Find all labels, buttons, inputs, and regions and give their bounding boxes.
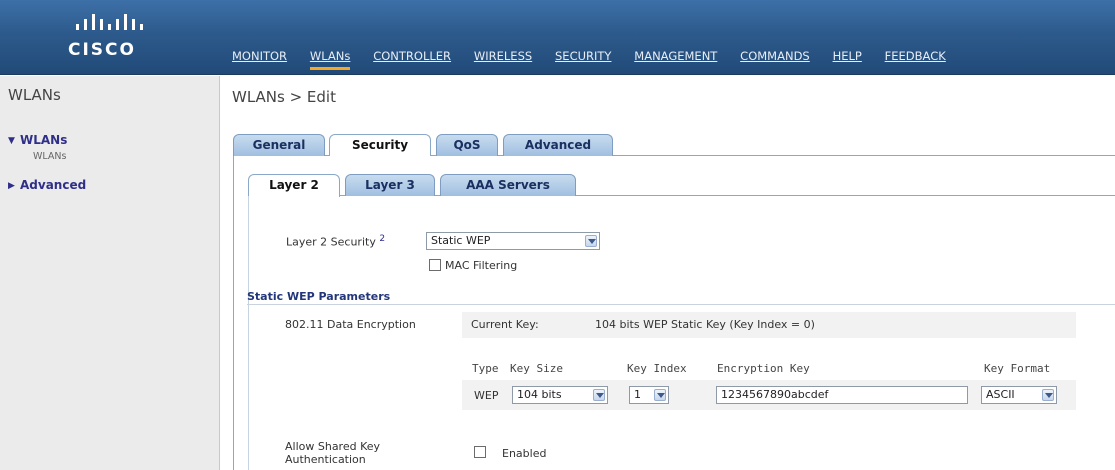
chevron-down-icon — [593, 389, 605, 401]
subtab-layer2[interactable]: Layer 2 — [248, 174, 340, 197]
shared-key-enabled-label: Enabled — [502, 447, 547, 460]
key-format-select[interactable]: ASCII — [981, 386, 1057, 404]
chevron-down-icon — [1042, 389, 1054, 401]
col-header-key-index: Key Index — [627, 362, 687, 375]
col-header-key-format: Key Format — [984, 362, 1051, 375]
nav-commands[interactable]: COMMANDS — [740, 49, 810, 67]
tab-security[interactable]: Security — [329, 134, 431, 157]
mac-filtering-checkbox[interactable] — [429, 259, 441, 271]
shared-key-auth-line2: Authentication — [285, 453, 366, 466]
chevron-down-icon — [585, 235, 597, 247]
col-header-encryption-key: Encryption Key — [717, 362, 810, 375]
layer2-security-text: Layer 2 Security — [286, 235, 376, 249]
data-encryption-label: 802.11 Data Encryption — [285, 318, 416, 331]
mac-filtering-label: MAC Filtering — [445, 259, 518, 272]
tab-qos[interactable]: QoS — [436, 134, 498, 156]
cisco-logo: CISCO — [62, 14, 172, 64]
layer2-security-select[interactable]: Static WEP — [426, 232, 600, 250]
shared-key-auth-line1: Allow Shared Key — [285, 440, 381, 453]
sidebar: WLANs ▼ WLANs WLANs ▶ Advanced — [0, 76, 220, 470]
current-key-value: 104 bits WEP Static Key (Key Index = 0) — [595, 318, 815, 331]
page-title: WLANs > Edit — [232, 88, 336, 106]
sidebar-item-advanced[interactable]: Advanced — [20, 178, 86, 192]
shared-key-enabled-checkbox[interactable] — [474, 446, 486, 458]
top-navigation: MONITOR WLANs CONTROLLER WIRELESS SECURI… — [232, 49, 965, 70]
sidebar-item-wlans[interactable]: WLANs — [20, 133, 67, 147]
current-key-label: Current Key: — [471, 318, 539, 331]
nav-monitor[interactable]: MONITOR — [232, 49, 287, 67]
key-size-select[interactable]: 104 bits — [512, 386, 608, 404]
subtab-aaa-servers[interactable]: AAA Servers — [440, 174, 576, 196]
key-index-select[interactable]: 1 — [629, 386, 669, 404]
footnote-link[interactable]: 2 — [379, 234, 385, 244]
sub-tab-bar: Layer 2 Layer 3 AAA Servers — [248, 174, 1115, 197]
chevron-down-icon — [654, 389, 666, 401]
layer2-security-label: Layer 2 Security 2 — [286, 234, 385, 249]
nav-help[interactable]: HELP — [833, 49, 862, 67]
encryption-key-input[interactable]: 1234567890abcdef — [716, 386, 968, 404]
nav-security[interactable]: SECURITY — [555, 49, 611, 67]
tab-advanced[interactable]: Advanced — [503, 134, 613, 156]
top-header: CISCO MONITOR WLANs CONTROLLER WIRELESS … — [0, 0, 1115, 75]
main-tab-bar: General Security QoS Advanced — [233, 134, 1115, 157]
key-index-value: 1 — [634, 388, 641, 401]
col-header-type: Type — [472, 362, 499, 375]
cisco-bars-icon — [76, 14, 143, 30]
logo-text: CISCO — [68, 40, 136, 60]
static-wep-section-title: Static WEP Parameters — [247, 290, 391, 303]
nav-wireless[interactable]: WIRELESS — [474, 49, 532, 67]
expand-right-icon[interactable]: ▶ — [8, 181, 15, 191]
key-size-value: 104 bits — [517, 388, 562, 401]
shared-key-auth-label: Allow Shared Key Authentication — [285, 440, 380, 466]
key-type-value: WEP — [474, 389, 499, 402]
nav-management[interactable]: MANAGEMENT — [634, 49, 717, 67]
nav-feedback[interactable]: FEEDBACK — [885, 49, 946, 67]
key-format-value: ASCII — [986, 388, 1015, 401]
nav-controller[interactable]: CONTROLLER — [373, 49, 451, 67]
layer2-security-value: Static WEP — [431, 234, 491, 247]
expand-down-icon[interactable]: ▼ — [8, 136, 15, 146]
sidebar-subitem-wlans[interactable]: WLANs — [33, 151, 66, 162]
subtab-layer3[interactable]: Layer 3 — [345, 174, 435, 196]
section-divider — [247, 304, 1115, 305]
tab-general[interactable]: General — [233, 134, 325, 156]
sidebar-title: WLANs — [8, 86, 61, 104]
nav-wlans[interactable]: WLANs — [309, 49, 351, 70]
col-header-key-size: Key Size — [510, 362, 563, 375]
